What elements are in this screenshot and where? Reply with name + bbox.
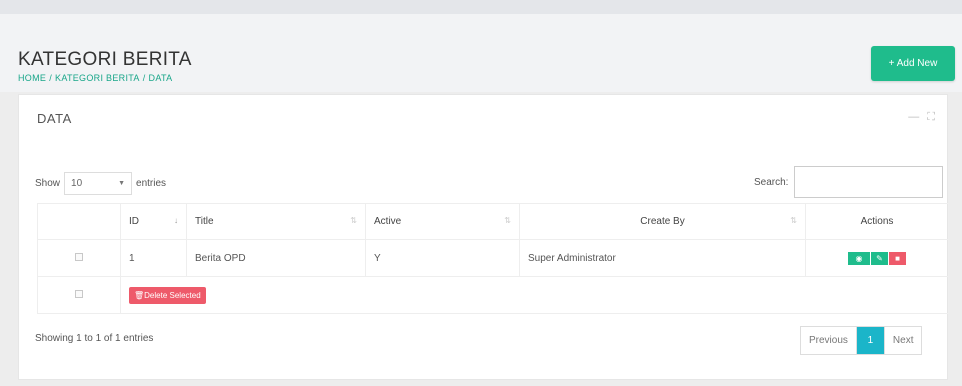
column-header-create-by[interactable]: Create By ⇅ <box>519 203 806 240</box>
cell-title: Berita OPD <box>186 239 366 277</box>
search-input[interactable] <box>794 166 944 198</box>
top-navbar <box>0 0 962 14</box>
delete-button[interactable]: ■ <box>889 251 906 265</box>
data-table: ID ↓ Title ⇅ Active ⇅ Create By ⇅ Actions 1 … <box>37 203 949 314</box>
breadcrumb-home[interactable]: HOME <box>18 73 46 83</box>
select-all-cell <box>37 276 121 314</box>
eye-icon: ◉ <box>855 253 863 263</box>
entries-label: entries <box>136 178 167 189</box>
previous-page-button[interactable]: Previous <box>801 327 857 354</box>
page-length-select[interactable]: 10 ▼ <box>64 172 133 195</box>
sort-icon: ⇅ <box>504 216 511 225</box>
table-header-row: ID ↓ Title ⇅ Active ⇅ Create By ⇅ Actions <box>37 203 949 240</box>
breadcrumb: HOME / KATEGORI BERITA / DATA <box>18 73 173 83</box>
select-all-checkbox[interactable] <box>75 289 83 298</box>
search-control: Search: <box>754 166 944 198</box>
table-info: Showing 1 to 1 of 1 entries <box>35 333 154 344</box>
breadcrumb-data: DATA <box>148 73 173 83</box>
next-page-button[interactable]: Next <box>884 327 922 354</box>
row-checkbox[interactable] <box>75 252 83 261</box>
cell-actions: ◉ ✎ ■ <box>805 239 949 277</box>
search-label: Search: <box>754 176 789 188</box>
page-length-value: 10 <box>71 178 83 189</box>
sort-icon: ⇅ <box>790 216 797 225</box>
column-header-title[interactable]: Title ⇅ <box>186 203 366 240</box>
chevron-down-icon: ▼ <box>118 180 126 187</box>
page-1-button[interactable]: 1 <box>856 327 885 354</box>
breadcrumb-kategori-berita[interactable]: KATEGORI BERITA <box>55 73 140 83</box>
page-title: KATEGORI BERITA <box>18 49 192 70</box>
card-tools: — ⛶ <box>908 111 935 124</box>
delete-selected-button[interactable]: 🗑Delete Selected <box>129 286 206 304</box>
row-select-cell <box>37 239 121 277</box>
column-header-id[interactable]: ID ↓ <box>120 203 187 240</box>
expand-icon[interactable]: ⛶ <box>927 111 935 124</box>
table-row: 1 Berita OPD Y Super Administrator ◉ ✎ ■ <box>37 239 949 277</box>
bulk-actions-cell: 🗑Delete Selected <box>120 276 949 314</box>
pencil-icon: ✎ <box>876 253 883 263</box>
sort-desc-icon: ↓ <box>174 216 178 225</box>
data-card: DATA — ⛶ Show 10 ▼ entries Search: ID ↓ T… <box>18 94 949 380</box>
select-column-header <box>37 203 121 240</box>
show-label: Show <box>35 178 61 189</box>
table-footer-row: 🗑Delete Selected <box>37 276 949 314</box>
column-header-active[interactable]: Active ⇅ <box>365 203 520 240</box>
trash-icon: ■ <box>895 253 900 263</box>
cell-active: Y <box>365 239 520 277</box>
view-button[interactable]: ◉ <box>848 251 870 265</box>
row-actions: ◉ ✎ ■ <box>848 251 906 265</box>
add-new-button[interactable]: + Add New <box>871 46 955 81</box>
page-header: KATEGORI BERITA HOME / KATEGORI BERITA / DAT… <box>0 14 962 92</box>
card-title: DATA <box>37 111 72 126</box>
column-header-actions: Actions <box>805 203 949 240</box>
pagination: Previous 1 Next <box>800 326 923 355</box>
cell-id: 1 <box>120 239 187 277</box>
minus-icon[interactable]: — <box>908 111 919 124</box>
edit-button[interactable]: ✎ <box>871 251 888 265</box>
cell-create-by: Super Administrator <box>519 239 806 277</box>
sort-icon: ⇅ <box>350 216 357 225</box>
page-length-control: Show 10 ▼ entries <box>35 172 166 195</box>
trash-icon: 🗑 <box>134 290 145 300</box>
